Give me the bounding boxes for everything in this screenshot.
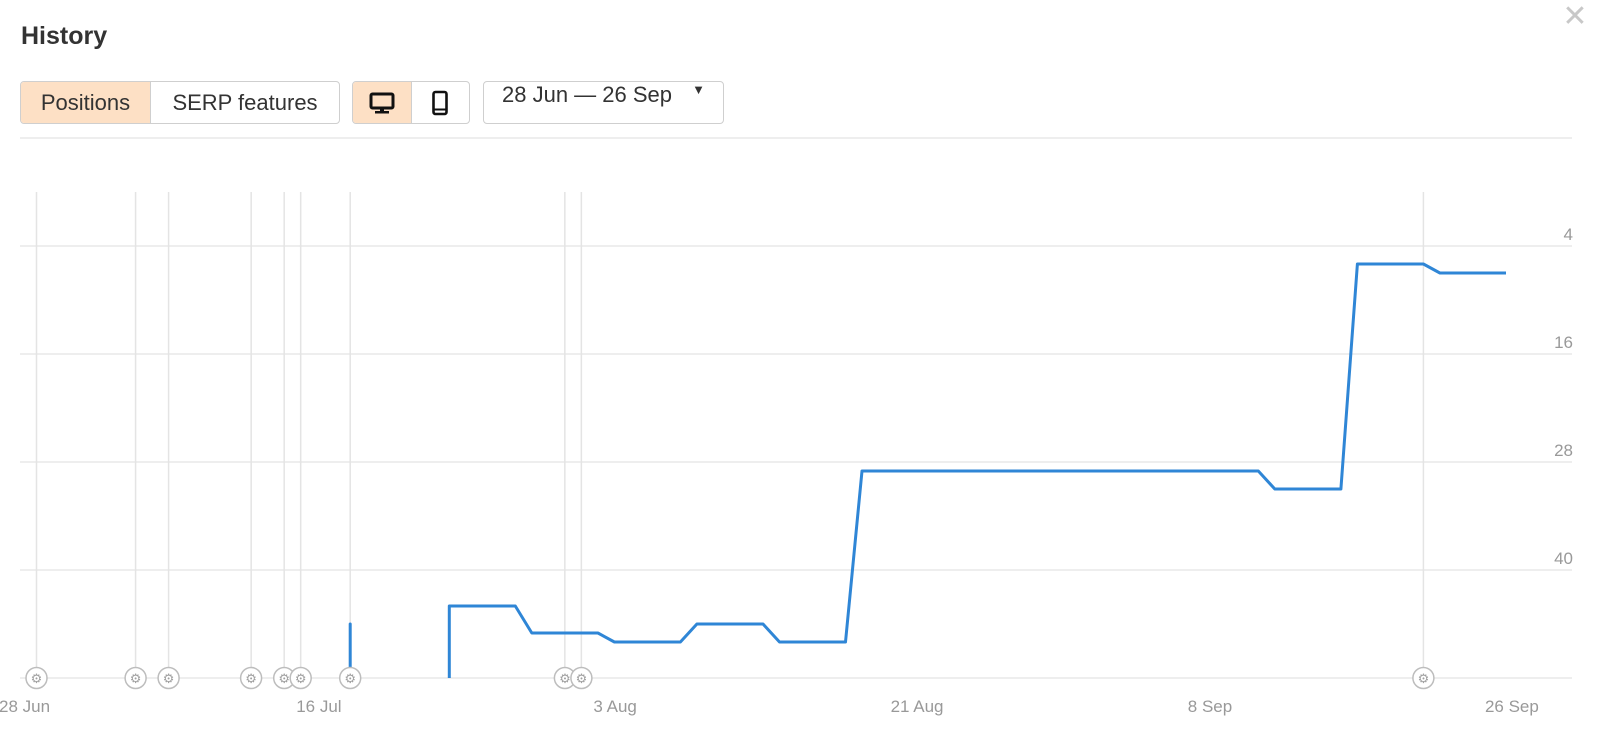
x-tick-label: 28 Jun: [0, 697, 50, 716]
gear-icon[interactable]: ⚙: [157, 666, 180, 690]
gear-icon[interactable]: ⚙: [1412, 666, 1435, 690]
x-tick-label: 8 Sep: [1188, 697, 1232, 716]
svg-text:⚙: ⚙: [559, 672, 571, 687]
x-tick-label: 26 Sep: [1485, 697, 1539, 716]
y-tick-label: 16: [1554, 333, 1573, 352]
y-tick-label: 28: [1554, 441, 1573, 460]
x-tick-label: 21 Aug: [891, 697, 944, 716]
y-tick-label: 40: [1554, 549, 1573, 568]
gear-icon[interactable]: ⚙: [124, 666, 147, 690]
svg-text:⚙: ⚙: [163, 672, 175, 687]
svg-text:⚙: ⚙: [278, 672, 290, 687]
gear-icon[interactable]: ⚙: [289, 666, 312, 690]
position-history-chart: ⚙ ⚙ ⚙ ⚙ ⚙ ⚙ ⚙ ⚙ ⚙ ⚙ 4 16 28 40 28 Jun 16 Jul 3 Aug 21 A…: [0, 137, 1573, 716]
gear-icon[interactable]: ⚙: [570, 666, 593, 690]
gear-icon[interactable]: ⚙: [338, 666, 362, 690]
gear-icon[interactable]: ⚙: [239, 666, 263, 690]
svg-text:⚙: ⚙: [130, 672, 142, 687]
y-tick-label: 4: [1564, 225, 1573, 244]
svg-text:⚙: ⚙: [295, 672, 307, 687]
svg-text:⚙: ⚙: [576, 672, 588, 687]
x-tick-label: 16 Jul: [296, 697, 341, 716]
svg-text:⚙: ⚙: [1418, 672, 1430, 687]
svg-text:⚙: ⚙: [31, 672, 43, 687]
series-line: [447, 262, 1506, 678]
svg-text:⚙: ⚙: [245, 672, 257, 687]
svg-text:⚙: ⚙: [344, 672, 356, 687]
gear-icon[interactable]: ⚙: [25, 666, 48, 690]
x-tick-label: 3 Aug: [593, 697, 637, 716]
